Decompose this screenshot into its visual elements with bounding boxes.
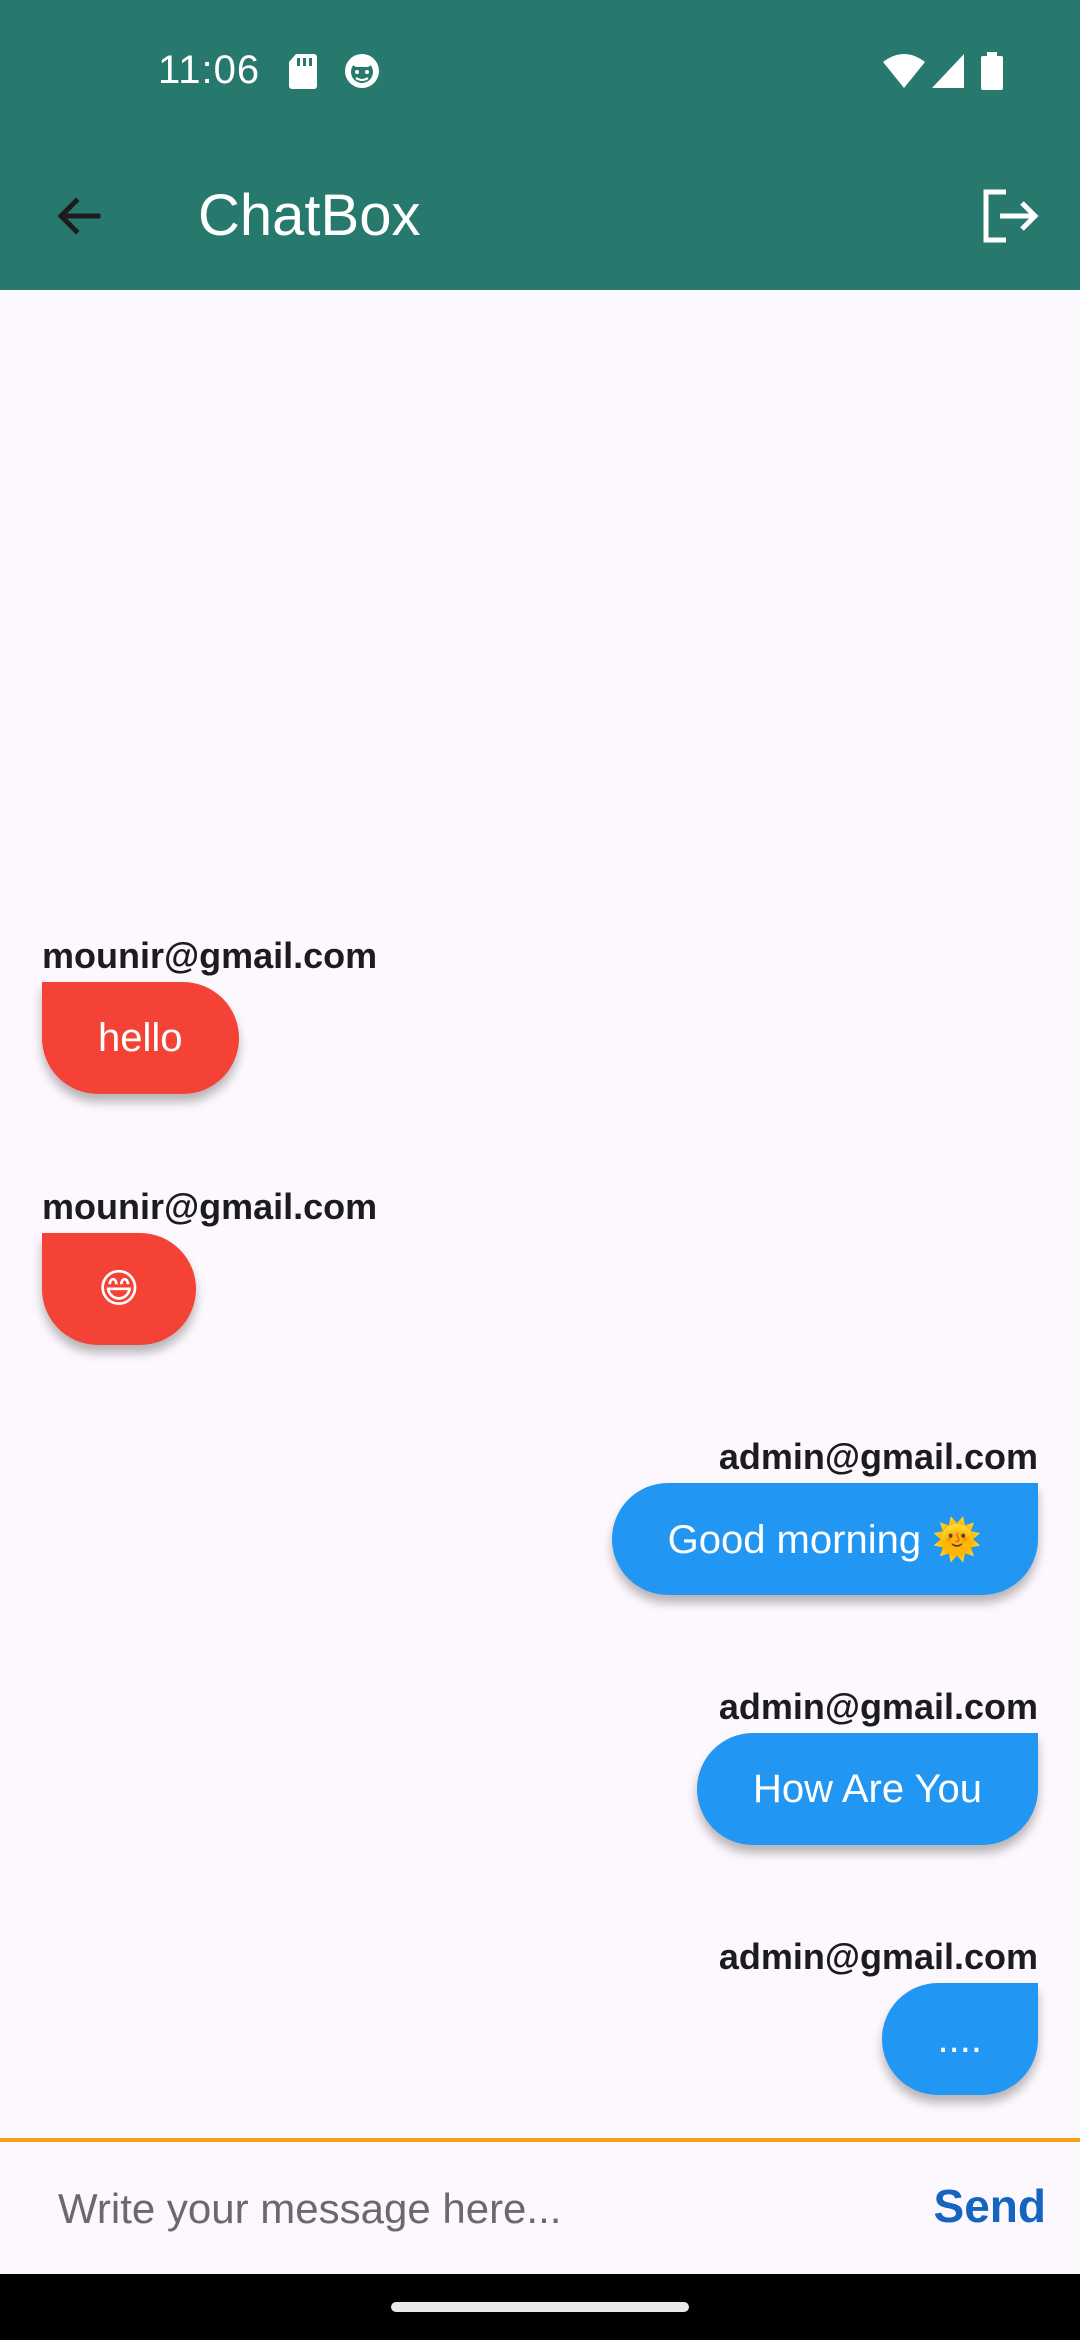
wifi-icon bbox=[883, 54, 925, 88]
signal-icon bbox=[932, 54, 964, 88]
app-bar: ChatBox bbox=[0, 142, 1080, 290]
message-bubble[interactable]: 😄 bbox=[42, 1233, 196, 1345]
message-bubble[interactable]: hello bbox=[42, 982, 239, 1094]
message-bubble[interactable]: Good morning 🌞 bbox=[611, 1483, 1038, 1595]
app-title: ChatBox bbox=[198, 183, 421, 248]
battery-icon bbox=[981, 52, 1003, 90]
sd-card-icon bbox=[289, 54, 317, 89]
message-list[interactable]: mounir@gmail.com hello mounir@gmail.com … bbox=[0, 290, 1080, 2138]
status-time: 11:06 bbox=[158, 48, 261, 92]
message-sender: mounir@gmail.com bbox=[42, 1186, 378, 1227]
logout-icon bbox=[983, 189, 1039, 243]
home-indicator[interactable] bbox=[391, 2302, 689, 2312]
message-sender: mounir@gmail.com bbox=[42, 935, 378, 976]
message-sender: admin@gmail.com bbox=[718, 1686, 1038, 1727]
navigation-bar bbox=[0, 2274, 1080, 2340]
message-sender: admin@gmail.com bbox=[718, 1436, 1038, 1477]
back-button[interactable] bbox=[36, 174, 120, 258]
logout-button[interactable] bbox=[968, 174, 1052, 258]
top-bar: 11:06 ChatBox bbox=[0, 0, 1080, 290]
message-bubble[interactable]: How Are You bbox=[696, 1733, 1038, 1845]
message-input[interactable] bbox=[56, 2168, 880, 2250]
face-icon bbox=[345, 54, 379, 88]
chat-screen: 11:06 ChatBox mounir@gmail.com hello mou… bbox=[0, 0, 1080, 2340]
status-bar: 11:06 bbox=[0, 0, 1080, 142]
message-composer: Send bbox=[0, 2138, 1080, 2274]
message-bubble[interactable]: .... bbox=[881, 1983, 1038, 2095]
send-button[interactable]: Send bbox=[934, 2170, 1046, 2242]
arrow-back-icon bbox=[57, 197, 101, 235]
message-sender: admin@gmail.com bbox=[718, 1936, 1038, 1977]
